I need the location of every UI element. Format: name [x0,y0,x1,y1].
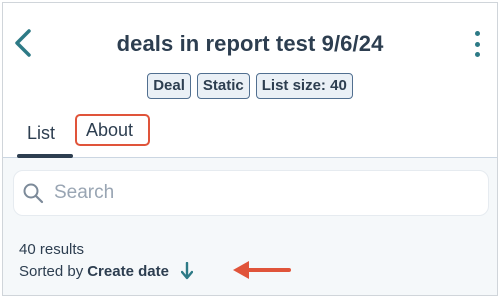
tab-list-label: List [27,123,56,143]
sort-indicator: Sorted by Create date [19,262,193,280]
search-input[interactable]: Search [13,170,489,216]
search-placeholder: Search [54,182,115,203]
kebab-dot-icon [474,52,480,57]
tab-bar: List About [3,113,497,158]
annotation-arrow-icon [233,261,291,279]
more-options-button[interactable] [471,31,483,57]
tab-about[interactable]: About [75,114,150,146]
sort-prefix: Sorted by [19,262,84,280]
list-badges: Deal Static List size: 40 [3,73,497,99]
kebab-dot-icon [474,31,480,36]
arrow-down-icon[interactable] [180,262,193,280]
list-size-badge: List size: 40 [255,73,353,99]
results-count: 40 results [19,241,85,258]
object-type-badge: Deal [147,73,191,99]
sort-field: Create date [87,262,169,280]
tab-list[interactable]: List [17,117,73,158]
header: deals in report test 9/6/24 [3,3,497,73]
list-panel: Search 40 results Sorted by Create date [3,158,497,295]
tab-about-label: About [86,120,134,140]
app-screen: deals in report test 9/6/24 Deal Static … [2,2,498,296]
kebab-dot-icon [474,41,480,47]
search-icon [23,183,44,204]
list-type-badge: Static [196,73,250,99]
page-title: deals in report test 9/6/24 [116,31,384,56]
